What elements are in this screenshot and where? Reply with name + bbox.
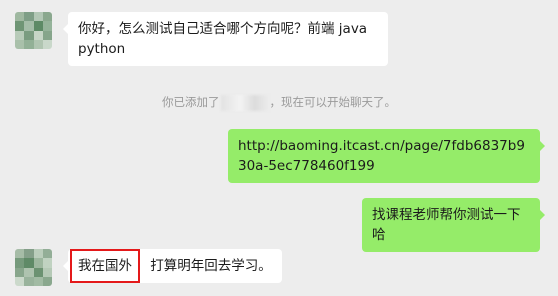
message-text: 打算明年回去学习。: [150, 258, 272, 274]
message-incoming-question[interactable]: 你好，怎么测试自己适合哪个方向呢？前端 java python: [63, 12, 388, 66]
system-notice: 你已添加了 ，现在可以开始聊天了。: [0, 94, 558, 111]
blurred-contact-name: [220, 94, 269, 111]
message-outgoing-reply[interactable]: 找课程老师帮你测试一下哈: [362, 198, 545, 252]
system-notice-text-before: 你已添加了: [162, 95, 220, 109]
contact-avatar[interactable]: [15, 12, 52, 49]
system-notice-text-after: ，现在可以开始聊天了。: [269, 95, 397, 109]
message-incoming-abroad[interactable]: 我在国外 打算明年回去学习。: [63, 249, 282, 283]
highlighted-text: 我在国外: [78, 258, 132, 274]
message-outgoing-link[interactable]: http://baoming.itcast.cn/page/7fdb6837b9…: [228, 129, 545, 183]
message-text: 找课程老师帮你测试一下哈: [372, 207, 521, 243]
highlight-box: 我在国外: [70, 249, 140, 283]
message-link[interactable]: http://baoming.itcast.cn/page/7fdb6837b9…: [238, 138, 525, 174]
message-text: 你好，怎么测试自己适合哪个方向呢？前端 java python: [78, 21, 368, 57]
contact-avatar[interactable]: [15, 249, 52, 286]
